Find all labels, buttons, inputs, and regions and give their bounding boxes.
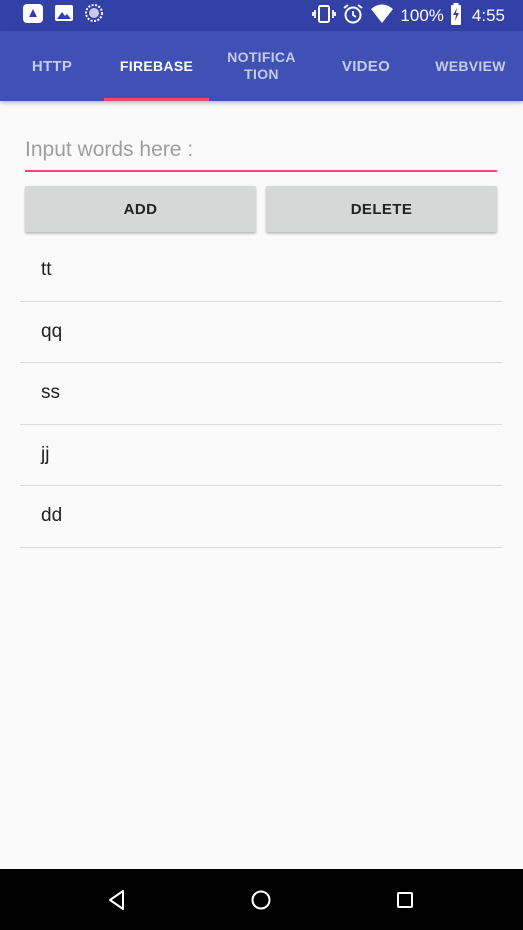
word-input[interactable] (25, 132, 497, 168)
wifi-icon (370, 4, 394, 29)
clock: 4:55 (471, 6, 505, 25)
word-list: tt qq ss jj dd (20, 240, 502, 548)
tab-bar: HTTP FIREBASE NOTIFICATION VIDEO WEBVIEW (0, 31, 523, 101)
tab-label: VIDEO (341, 57, 391, 75)
tab-notification[interactable]: NOTIFICATION (209, 31, 314, 101)
battery-percent: 100% (400, 6, 444, 25)
word-input-container (25, 132, 497, 172)
home-icon[interactable] (248, 887, 274, 913)
tab-http[interactable]: HTTP (0, 31, 104, 101)
status-bar-system: 100% 4:55 (312, 2, 505, 30)
list-item[interactable]: ss (20, 363, 502, 425)
tab-label: HTTP (31, 57, 73, 75)
alarm-icon (342, 3, 364, 30)
battery-charging-icon (450, 2, 462, 30)
tab-label: WEBVIEW (435, 58, 506, 74)
tab-webview[interactable]: WEBVIEW (418, 31, 523, 101)
tab-label: FIREBASE (119, 58, 194, 74)
tab-indicator (104, 98, 209, 101)
sync-notification-icon (84, 3, 104, 28)
tab-video[interactable]: VIDEO (314, 31, 418, 101)
recents-icon[interactable] (392, 887, 418, 913)
vibrate-icon (312, 4, 337, 29)
list-item[interactable]: tt (20, 240, 502, 302)
list-item[interactable]: qq (20, 302, 502, 363)
tab-label: NOTIFICATION (227, 49, 296, 82)
app-notification-icon (22, 3, 44, 29)
list-item[interactable]: jj (20, 425, 502, 486)
navigation-bar (0, 869, 523, 930)
image-notification-icon (54, 3, 74, 28)
list-item[interactable]: dd (20, 486, 502, 548)
back-icon[interactable] (104, 887, 130, 913)
status-bar: 100% 4:55 (0, 0, 523, 31)
status-bar-notifications (22, 3, 104, 29)
tab-firebase[interactable]: FIREBASE (104, 31, 209, 101)
add-button[interactable]: ADD (25, 186, 256, 232)
delete-button[interactable]: DELETE (266, 186, 497, 232)
